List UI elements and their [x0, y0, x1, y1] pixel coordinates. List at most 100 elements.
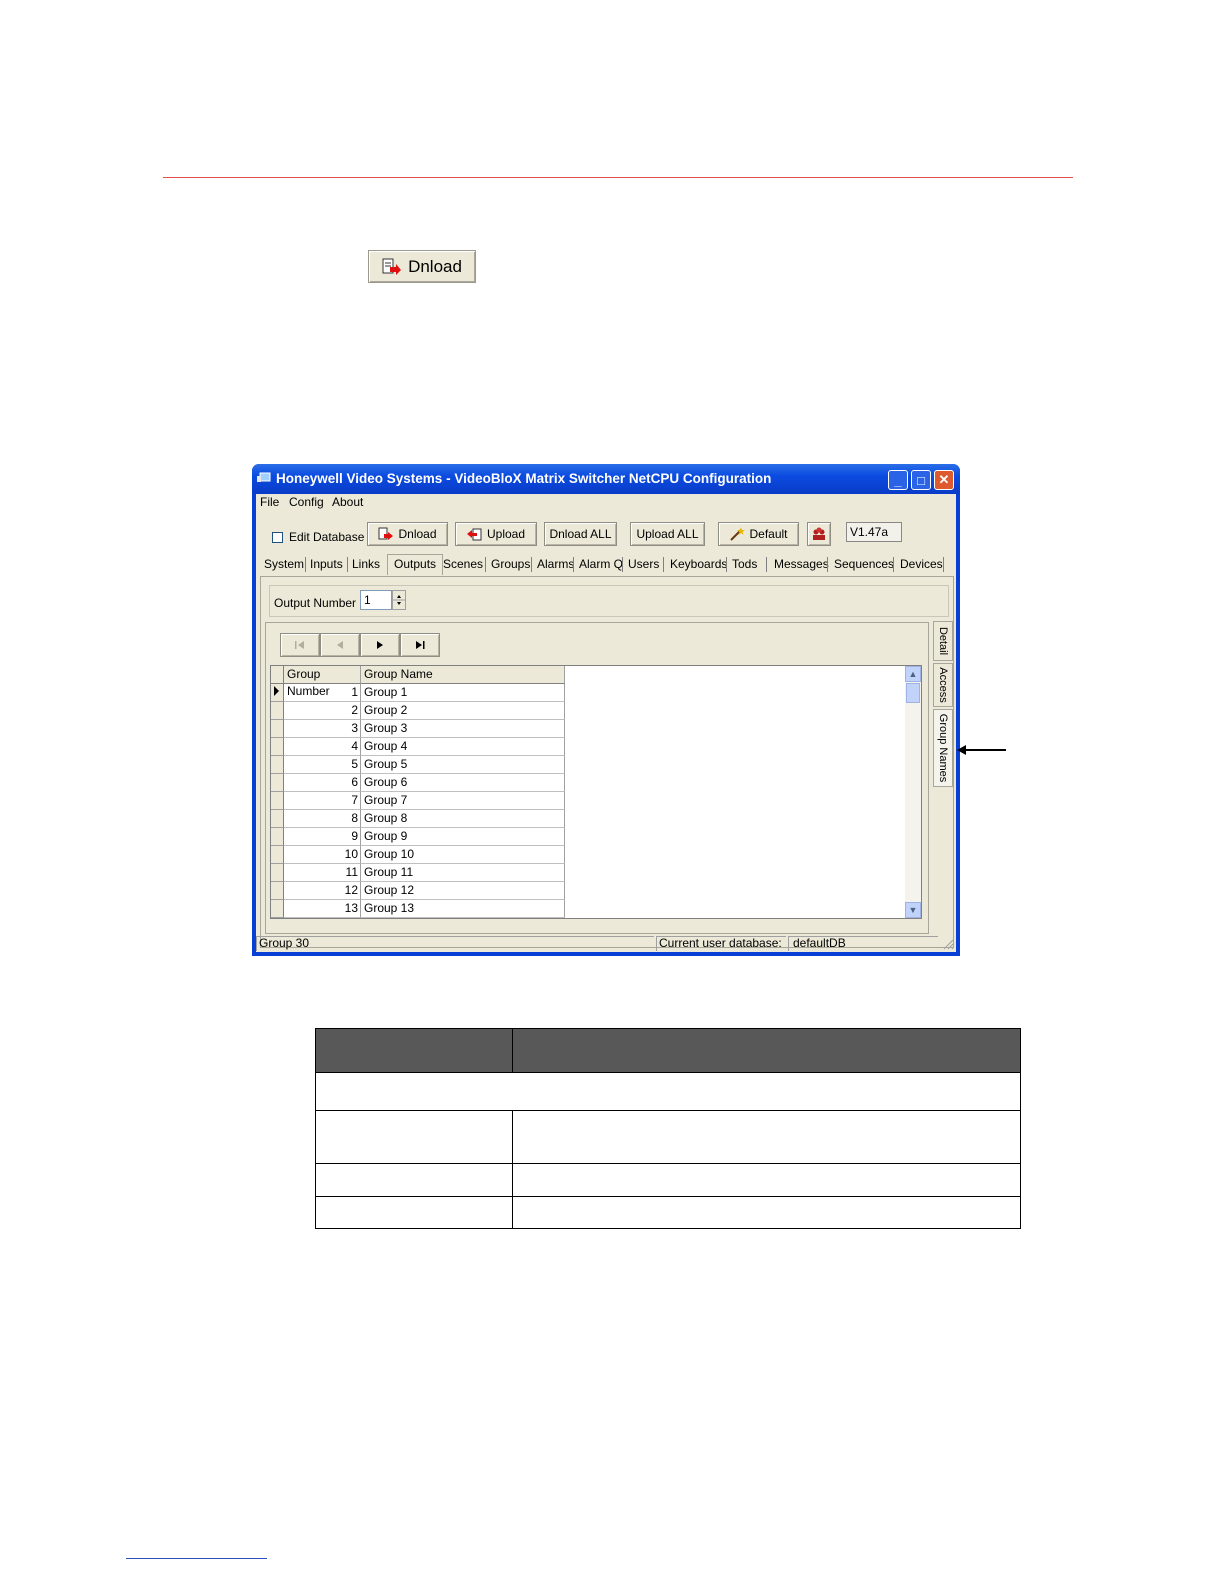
side-tab-detail[interactable]: Detail — [933, 621, 953, 661]
table-row[interactable]: 2 Group 2 — [271, 702, 565, 720]
upload-all-button[interactable]: Upload ALL — [630, 522, 705, 546]
row-indicator[interactable] — [271, 810, 284, 828]
vertical-scrollbar[interactable]: ▲ ▼ — [905, 666, 921, 918]
column-header-group-name[interactable]: Group Name — [361, 666, 565, 684]
menu-config[interactable]: Config — [289, 495, 324, 509]
scroll-up-icon[interactable]: ▲ — [905, 666, 921, 682]
prior-record-button[interactable] — [320, 633, 360, 657]
row-indicator[interactable] — [271, 756, 284, 774]
row-indicator[interactable] — [271, 846, 284, 864]
group-number-cell[interactable]: 11 — [284, 864, 361, 882]
group-number-cell[interactable]: 4 — [284, 738, 361, 756]
side-tab-access[interactable]: Access — [933, 663, 953, 707]
table-cell — [512, 1196, 1021, 1229]
row-indicator[interactable] — [271, 774, 284, 792]
group-name-cell[interactable]: Group 3 — [361, 720, 565, 738]
row-indicator[interactable] — [271, 882, 284, 900]
table-row[interactable]: 8 Group 8 — [271, 810, 565, 828]
title-bar[interactable]: Honeywell Video Systems - VideoBloX Matr… — [252, 464, 960, 494]
group-name-cell[interactable]: Group 5 — [361, 756, 565, 774]
table-row[interactable]: 7 Group 7 — [271, 792, 565, 810]
users-button[interactable] — [807, 522, 831, 546]
group-name-cell[interactable]: Group 7 — [361, 792, 565, 810]
dnload-button[interactable]: Dnload — [367, 522, 448, 546]
status-message: Group 30 — [256, 936, 654, 951]
row-indicator[interactable] — [271, 864, 284, 882]
maximize-button[interactable]: □ — [911, 470, 931, 490]
menu-about[interactable]: About — [332, 495, 363, 509]
scroll-down-icon[interactable]: ▼ — [905, 902, 921, 918]
group-number-cell[interactable]: 10 — [284, 846, 361, 864]
tab-system[interactable]: System — [264, 557, 304, 574]
output-number-spinner[interactable] — [392, 590, 406, 610]
dnload-all-button[interactable]: Dnload ALL — [544, 522, 617, 546]
group-number-cell[interactable]: 5 — [284, 756, 361, 774]
scroll-thumb[interactable] — [906, 683, 920, 703]
tab-sequences[interactable]: Sequences — [834, 557, 894, 574]
group-name-cell[interactable]: Group 12 — [361, 882, 565, 900]
resize-grip-icon[interactable] — [942, 938, 954, 950]
output-number-input[interactable]: 1 — [360, 590, 392, 610]
group-number-cell[interactable]: 7 — [284, 792, 361, 810]
table-row[interactable]: 9 Group 9 — [271, 828, 565, 846]
group-name-cell[interactable]: Group 4 — [361, 738, 565, 756]
tab-keyboards[interactable]: Keyboards — [670, 557, 727, 574]
tab-alarm-q[interactable]: Alarm Q — [579, 557, 623, 574]
row-indicator[interactable] — [271, 900, 284, 918]
group-name-cell[interactable]: Group 10 — [361, 846, 565, 864]
group-name-cell[interactable]: Group 6 — [361, 774, 565, 792]
tab-messages[interactable]: Messages — [774, 557, 829, 574]
group-number-cell[interactable]: 8 — [284, 810, 361, 828]
row-indicator[interactable] — [271, 720, 284, 738]
tab-links[interactable]: Links — [352, 557, 380, 574]
table-row[interactable]: 10 Group 10 — [271, 846, 565, 864]
tab-tods[interactable]: Tods — [732, 557, 757, 574]
row-indicator[interactable] — [271, 702, 284, 720]
menu-file[interactable]: File — [260, 495, 279, 509]
tab-scenes[interactable]: Scenes — [443, 557, 483, 574]
group-number-cell[interactable]: 3 — [284, 720, 361, 738]
close-button[interactable]: ✕ — [934, 470, 954, 490]
tab-alarms[interactable]: Alarms — [537, 557, 574, 574]
group-name-cell[interactable]: Group 9 — [361, 828, 565, 846]
group-name-cell[interactable]: Group 8 — [361, 810, 565, 828]
table-row[interactable]: 6 Group 6 — [271, 774, 565, 792]
group-name-cell[interactable]: Group 11 — [361, 864, 565, 882]
group-name-cell[interactable]: Group 13 — [361, 900, 565, 918]
row-indicator[interactable] — [271, 828, 284, 846]
edit-database-checkbox[interactable] — [272, 532, 283, 543]
tab-groups[interactable]: Groups — [491, 557, 530, 574]
upload-button[interactable]: Upload — [455, 522, 537, 546]
group-number-cell[interactable]: 6 — [284, 774, 361, 792]
grid-header-row: Group Number Group Name — [271, 666, 565, 698]
tab-inputs[interactable]: Inputs — [310, 557, 343, 574]
group-names-grid[interactable]: Group Number Group Name 1 Group 1 2 Group 2… — [270, 665, 922, 919]
table-row[interactable]: 12 Group 12 — [271, 882, 565, 900]
group-name-cell[interactable]: Group 2 — [361, 702, 565, 720]
group-name-cell[interactable]: Group 1 — [361, 684, 565, 702]
group-number-cell[interactable]: 2 — [284, 702, 361, 720]
table-row[interactable]: 1 Group 1 — [271, 684, 565, 702]
table-row[interactable]: 3 Group 3 — [271, 720, 565, 738]
row-indicator[interactable] — [271, 738, 284, 756]
tab-devices[interactable]: Devices — [900, 557, 943, 574]
table-row[interactable]: 5 Group 5 — [271, 756, 565, 774]
side-tab-group-names[interactable]: Group Names — [933, 709, 953, 787]
next-record-button[interactable] — [360, 633, 400, 657]
last-record-button[interactable] — [400, 633, 440, 657]
group-number-cell[interactable]: 13 — [284, 900, 361, 918]
group-number-cell[interactable]: 12 — [284, 882, 361, 900]
table-row[interactable]: 4 Group 4 — [271, 738, 565, 756]
first-record-button[interactable] — [280, 633, 320, 657]
group-number-cell[interactable]: 9 — [284, 828, 361, 846]
row-indicator[interactable] — [271, 792, 284, 810]
current-row-indicator-icon[interactable] — [271, 684, 284, 702]
column-header-group-number[interactable]: Group Number — [284, 666, 361, 698]
tab-users[interactable]: Users — [628, 557, 659, 574]
tab-outputs[interactable]: Outputs — [387, 554, 444, 575]
table-row[interactable]: 11 Group 11 — [271, 864, 565, 882]
default-button[interactable]: Default — [718, 522, 799, 546]
group-number-cell[interactable]: 1 — [284, 684, 361, 702]
table-row[interactable]: 13 Group 13 — [271, 900, 565, 918]
minimize-button[interactable]: _ — [888, 470, 908, 490]
